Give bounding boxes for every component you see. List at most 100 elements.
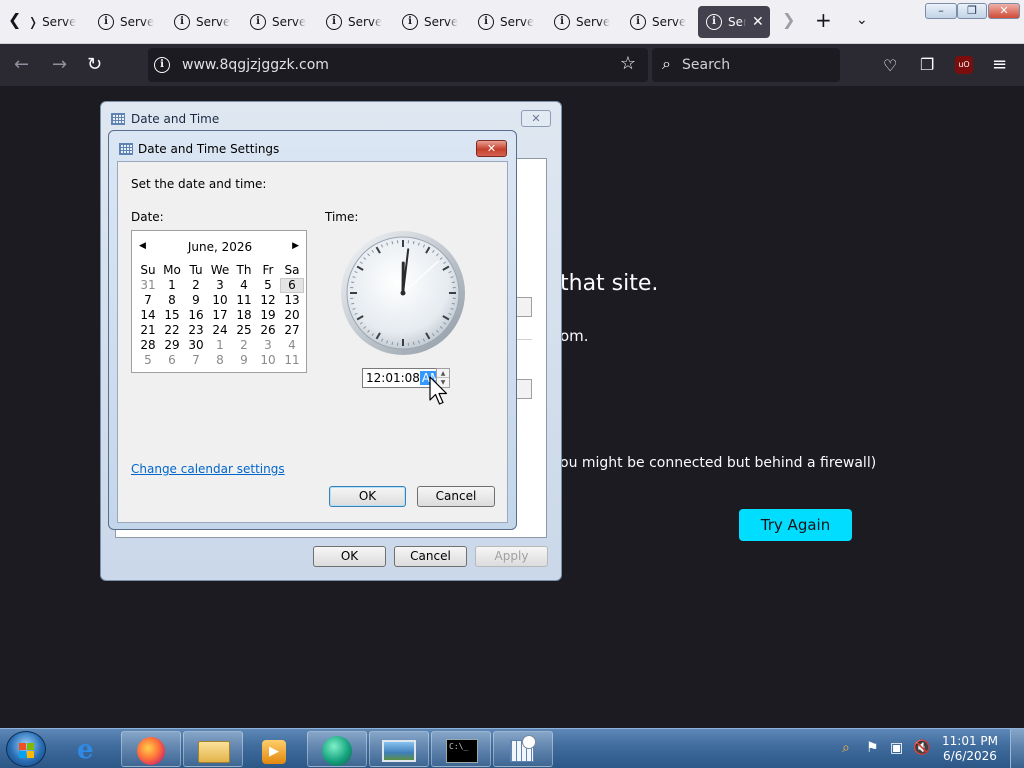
tab-8[interactable]: i Serve <box>546 6 618 38</box>
minimize-window-button[interactable]: – <box>925 3 957 19</box>
tab-3[interactable]: i Serve <box>166 6 238 38</box>
calendar-day[interactable]: 2 <box>184 278 208 293</box>
extensions-icon[interactable]: ❐ <box>920 55 934 74</box>
calendar-day[interactable]: 25 <box>232 323 256 338</box>
taskbar-firefox[interactable] <box>121 731 181 767</box>
tab-2[interactable]: i Serve <box>90 6 162 38</box>
taskbar-date-time[interactable] <box>493 731 553 767</box>
volume-muted-icon[interactable]: 🔇 <box>913 740 930 756</box>
calendar-day[interactable]: 31 <box>136 278 160 293</box>
calendar-day[interactable]: 10 <box>208 293 232 308</box>
calendar-day[interactable]: 5 <box>256 278 280 293</box>
tab-9[interactable]: i Serve <box>622 6 694 38</box>
calendar-day[interactable]: 16 <box>184 308 208 323</box>
search-tray-icon[interactable]: ⌕ <box>842 740 850 756</box>
change-calendar-settings-link[interactable]: Change calendar settings <box>131 462 285 476</box>
calendar-day-selected[interactable]: 6 <box>280 278 304 293</box>
calendar-day[interactable]: 4 <box>232 278 256 293</box>
time-value[interactable]: 12:01:08 <box>366 371 420 385</box>
calendar-day[interactable]: 28 <box>136 338 160 353</box>
calendar-day[interactable]: 10 <box>256 353 280 368</box>
close-dialog-button[interactable]: ✕ <box>476 140 507 157</box>
calendar-day[interactable]: 3 <box>208 278 232 293</box>
try-again-button[interactable]: Try Again <box>739 509 852 541</box>
calendar-day[interactable]: 1 <box>208 338 232 353</box>
taskbar-command-prompt[interactable]: C:\_ <box>431 731 491 767</box>
calendar-day[interactable]: 19 <box>256 308 280 323</box>
maximize-window-button[interactable]: ❐ <box>957 3 987 19</box>
month-calendar[interactable]: ◀ June, 2026 ▶ Su Mo Tu We Th Fr Sa 31 1… <box>131 230 307 373</box>
network-icon[interactable]: ▣ <box>890 740 903 756</box>
calendar-day[interactable]: 1 <box>160 278 184 293</box>
calendar-day[interactable]: 2 <box>232 338 256 353</box>
calendar-day[interactable]: 11 <box>232 293 256 308</box>
close-window-button[interactable]: ✕ <box>988 3 1020 19</box>
taskbar-clock[interactable]: 11:01 PM 6/6/2026 <box>942 734 998 764</box>
calendar-day[interactable]: 8 <box>160 293 184 308</box>
close-dialog-button[interactable]: ✕ <box>521 110 551 127</box>
menu-icon[interactable]: ≡ <box>992 54 1007 75</box>
new-tab-plus-icon[interactable]: + <box>815 8 832 32</box>
tab-active[interactable]: i Ser ✕ <box>698 6 770 38</box>
hidden-button-edge[interactable] <box>516 297 532 317</box>
taskbar-internet-explorer[interactable]: e <box>60 731 120 767</box>
calendar-day[interactable]: 14 <box>136 308 160 323</box>
calendar-day[interactable]: 30 <box>184 338 208 353</box>
calendar-day[interactable]: 9 <box>232 353 256 368</box>
cancel-button[interactable]: Cancel <box>394 546 467 567</box>
ok-button[interactable]: OK <box>329 486 406 507</box>
calendar-day[interactable]: 18 <box>232 308 256 323</box>
tab-scroll-right-icon[interactable]: ❯ <box>782 10 795 29</box>
calendar-day[interactable]: 7 <box>184 353 208 368</box>
list-all-tabs-chevron-icon[interactable]: ⌄ <box>856 12 868 28</box>
time-input[interactable]: 12:01:08AM <box>362 368 443 388</box>
close-tab-icon[interactable]: ✕ <box>752 14 764 30</box>
back-icon[interactable]: ← <box>14 54 29 75</box>
tab-scroll-left-icon[interactable]: ❮ <box>8 10 21 29</box>
calendar-day[interactable]: 23 <box>184 323 208 338</box>
show-desktop-button[interactable] <box>1010 729 1024 768</box>
url-bar[interactable]: i www.8qgjzjggzk.com ☆ <box>148 48 648 82</box>
calendar-day[interactable]: 26 <box>256 323 280 338</box>
calendar-day[interactable]: 8 <box>208 353 232 368</box>
ok-button[interactable]: OK <box>313 546 386 567</box>
ublock-icon[interactable]: uO <box>955 56 973 74</box>
taskbar-media-player[interactable]: ▶ <box>244 731 304 767</box>
url-text[interactable]: www.8qgjzjggzk.com <box>182 57 329 73</box>
calendar-day[interactable]: 7 <box>136 293 160 308</box>
hidden-button-edge[interactable] <box>516 379 532 399</box>
reload-icon[interactable]: ↻ <box>87 54 102 75</box>
pocket-icon[interactable]: ♡ <box>883 56 897 75</box>
next-month-arrow-icon[interactable]: ▶ <box>292 241 299 251</box>
taskbar-image-viewer[interactable] <box>369 731 429 767</box>
calendar-day[interactable]: 12 <box>256 293 280 308</box>
search-bar[interactable]: ⌕ Search <box>652 48 840 82</box>
taskbar-app-teal[interactable] <box>307 731 367 767</box>
tab-5[interactable]: i Serve <box>318 6 390 38</box>
calendar-day[interactable]: 9 <box>184 293 208 308</box>
calendar-day[interactable]: 3 <box>256 338 280 353</box>
calendar-day[interactable]: 4 <box>280 338 304 353</box>
calendar-day[interactable]: 17 <box>208 308 232 323</box>
calendar-day[interactable]: 22 <box>160 323 184 338</box>
calendar-day[interactable]: 6 <box>160 353 184 368</box>
calendar-day[interactable]: 15 <box>160 308 184 323</box>
calendar-day[interactable]: 5 <box>136 353 160 368</box>
calendar-day[interactable]: 29 <box>160 338 184 353</box>
calendar-day[interactable]: 24 <box>208 323 232 338</box>
tab-7[interactable]: i Serve <box>470 6 542 38</box>
calendar-day[interactable]: 21 <box>136 323 160 338</box>
action-center-flag-icon[interactable]: ⚑ <box>866 740 879 756</box>
bookmark-star-icon[interactable]: ☆ <box>620 53 636 74</box>
calendar-day[interactable]: 11 <box>280 353 304 368</box>
forward-icon[interactable]: → <box>52 54 67 75</box>
taskbar-file-explorer[interactable] <box>183 731 243 767</box>
cancel-button[interactable]: Cancel <box>417 486 495 507</box>
start-button[interactable] <box>6 731 46 767</box>
apply-button[interactable]: Apply <box>475 546 548 567</box>
site-info-icon[interactable]: i <box>154 57 170 73</box>
calendar-day[interactable]: 20 <box>280 308 304 323</box>
calendar-month-label[interactable]: June, 2026 <box>132 240 308 254</box>
tab-4[interactable]: i Serve <box>242 6 314 38</box>
tab-6[interactable]: i Serve <box>394 6 466 38</box>
